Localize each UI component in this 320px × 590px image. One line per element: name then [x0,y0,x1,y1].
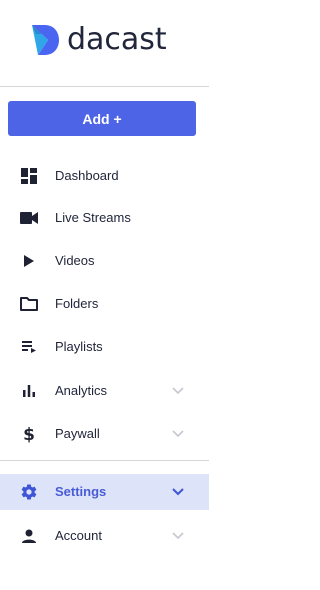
sidebar-item-settings[interactable]: Settings [0,474,209,510]
sidebar-item-videos[interactable]: Videos [0,243,209,279]
chevron-down-icon[interactable] [171,485,185,499]
chevron-down-icon[interactable] [171,427,185,441]
folder-icon [20,295,38,313]
sidebar-item-playlists[interactable]: Playlists [0,329,209,365]
sidebar-item-folders[interactable]: Folders [0,286,209,322]
sidebar-item-label: Videos [55,253,95,268]
videocam-icon [20,209,38,227]
sidebar-item-label: Paywall [55,426,100,441]
play-icon [20,252,38,270]
sidebar-item-label: Folders [55,296,99,311]
sidebar-item-dashboard[interactable]: Dashboard [0,158,209,194]
sidebar-item-label: Settings [55,484,107,499]
gear-icon [20,483,38,501]
sidebar-item-label: Account [55,528,102,543]
sidebar-item-label: Dashboard [55,168,119,183]
dollar-icon: $ [20,425,38,443]
divider [0,460,209,461]
chevron-down-icon[interactable] [171,384,185,398]
person-icon [20,527,38,545]
logo-text: dacast [67,22,167,57]
sidebar-item-label: Live Streams [55,210,131,225]
playlist-icon [20,338,38,356]
logo[interactable]: dacast [30,22,167,58]
divider [0,86,209,87]
sidebar-item-account[interactable]: Account [0,518,209,554]
sidebar-item-label: Analytics [55,383,108,398]
sidebar: dacast Add + Dashboard Live Streams Vide… [0,0,209,590]
sidebar-item-paywall[interactable]: $ Paywall [0,416,209,452]
svg-text:$: $ [23,425,35,443]
chevron-down-icon[interactable] [171,529,185,543]
sidebar-item-live-streams[interactable]: Live Streams [0,200,209,236]
sidebar-item-label: Playlists [55,339,103,354]
dashboard-icon [20,167,38,185]
bar-chart-icon [20,382,38,400]
add-button[interactable]: Add + [8,101,196,136]
sidebar-item-analytics[interactable]: Analytics [0,373,209,409]
dacast-logo-icon [32,25,59,55]
